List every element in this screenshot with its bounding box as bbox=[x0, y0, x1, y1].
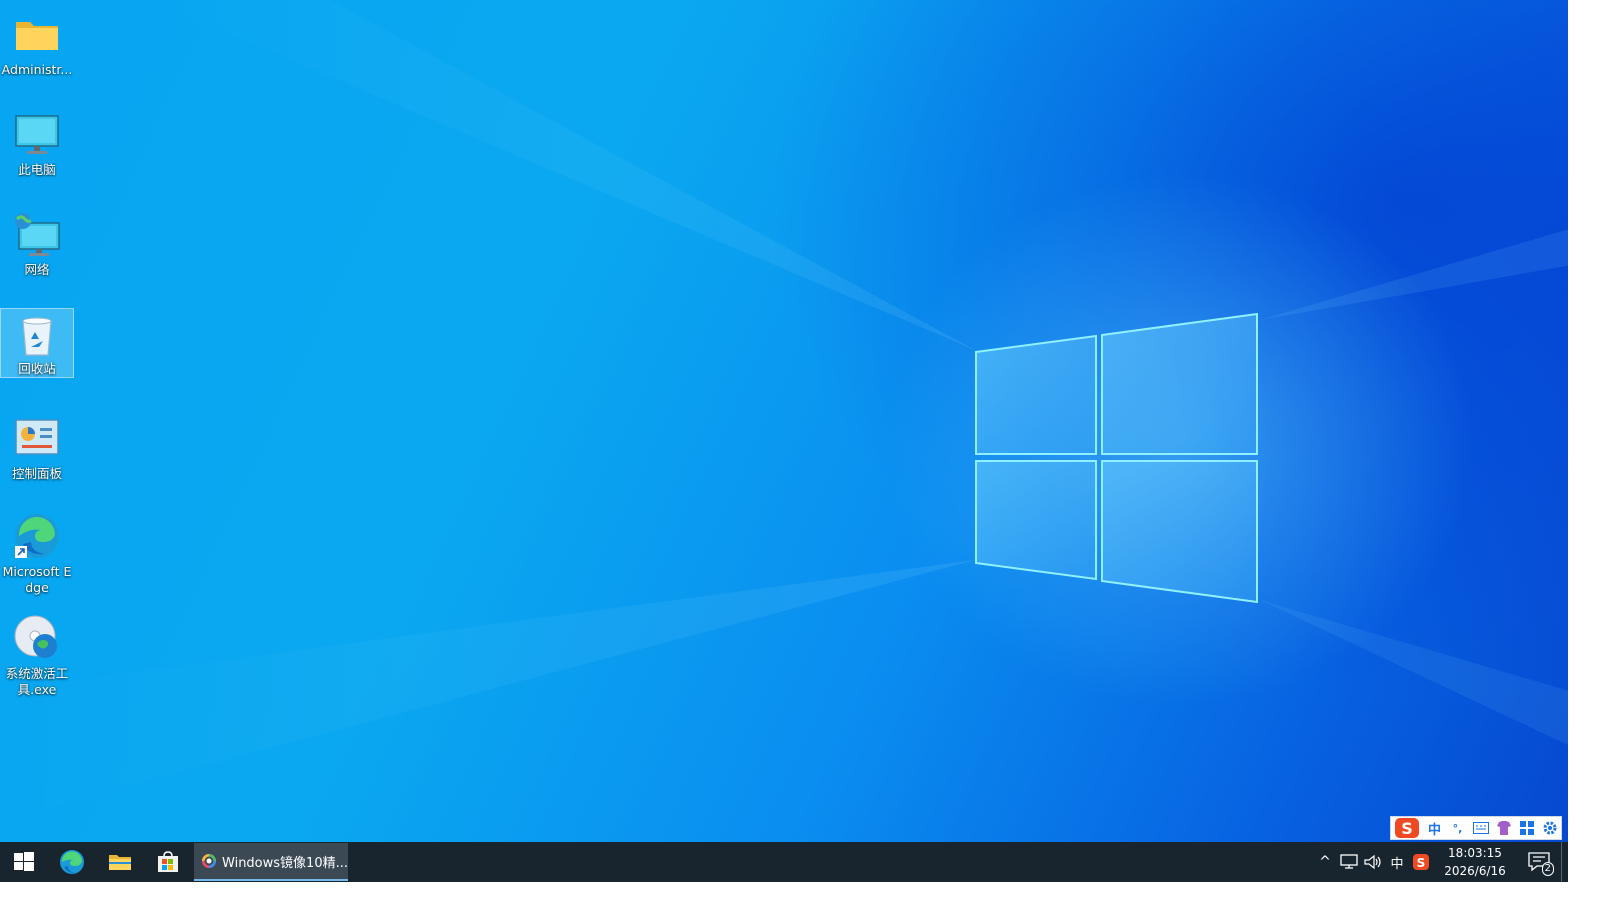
apps-icon[interactable] bbox=[1515, 817, 1538, 839]
ime-punctuation-toggle[interactable]: °, bbox=[1446, 817, 1469, 839]
store-icon bbox=[158, 851, 178, 872]
desktop-icon-label: Administr... bbox=[1, 62, 73, 77]
ime-mode-toggle[interactable]: 中 bbox=[1423, 817, 1446, 839]
ime-toolbar[interactable]: S 中 °, bbox=[1390, 816, 1562, 840]
clock-time: 18:03:15 bbox=[1448, 846, 1502, 860]
system-tray: ^ 中 S 18:03:15 2026/6/16 2 bbox=[1313, 842, 1568, 882]
open-window-label: Windows镜像10精... bbox=[222, 855, 348, 871]
clock-date: 2026/6/16 bbox=[1444, 864, 1506, 878]
desktop-icon-network[interactable]: 网络 bbox=[0, 206, 74, 278]
input-method-indicator[interactable]: 中 bbox=[1385, 842, 1409, 882]
taskbar: Windows镜像10精... ^ 中 S 18:03:15 2026/6/16 bbox=[0, 842, 1568, 882]
action-center-button[interactable]: 2 bbox=[1517, 842, 1561, 882]
volume-icon[interactable] bbox=[1361, 842, 1385, 882]
folder-icon bbox=[13, 10, 61, 58]
monitor-icon bbox=[13, 110, 61, 158]
desktop-icon-administrator[interactable]: Administr... bbox=[0, 6, 74, 78]
desktop-icon-label: 系统激活工具.exe bbox=[5, 666, 69, 697]
edge-icon bbox=[60, 850, 84, 874]
desktop-icon-microsoft-edge[interactable]: Microsoft Edge bbox=[0, 508, 74, 598]
sogou-tray-icon[interactable]: S bbox=[1409, 842, 1433, 882]
network-icon bbox=[13, 210, 61, 258]
edge-icon bbox=[13, 512, 61, 560]
taskbar-open-window-button[interactable]: Windows镜像10精... bbox=[194, 843, 348, 881]
sogou-logo-icon[interactable]: S bbox=[1391, 817, 1423, 839]
settings-icon[interactable] bbox=[1538, 817, 1561, 839]
network-status-icon[interactable] bbox=[1337, 842, 1361, 882]
taskbar-clock[interactable]: 18:03:15 2026/6/16 bbox=[1433, 842, 1517, 882]
desktop-icon-label: Microsoft Edge bbox=[2, 564, 72, 595]
skin-icon[interactable] bbox=[1492, 817, 1515, 839]
activation-tool-icon bbox=[13, 614, 61, 662]
recycle-bin-icon bbox=[13, 313, 61, 357]
desktop-background[interactable]: Administr... 此电脑 网络 回收站 控制面板 Microsoft E… bbox=[0, 0, 1568, 842]
control-panel-icon bbox=[13, 414, 61, 462]
desktop-icon-label: 网络 bbox=[24, 262, 50, 277]
svg-text:S: S bbox=[1417, 856, 1426, 870]
desktop-icon-label: 控制面板 bbox=[11, 466, 62, 481]
start-icon bbox=[14, 852, 34, 871]
desktop-icon-control-panel[interactable]: 控制面板 bbox=[0, 410, 74, 482]
tray-overflow-chevron-icon[interactable]: ^ bbox=[1313, 842, 1337, 882]
windows-wallpaper-logo bbox=[975, 312, 1258, 604]
desktop-icon-label: 此电脑 bbox=[18, 162, 56, 177]
desktop-icon-recycle-bin[interactable]: 回收站 bbox=[0, 308, 74, 378]
taskbar-store-button[interactable] bbox=[144, 842, 192, 882]
notification-count-badge: 2 bbox=[1541, 862, 1554, 876]
app-color-ring-icon bbox=[202, 853, 217, 869]
desktop-icon-label: 回收站 bbox=[18, 361, 56, 376]
show-desktop-button[interactable] bbox=[1561, 842, 1568, 882]
start-button[interactable] bbox=[0, 842, 48, 882]
desktop-icon-activation-tool[interactable]: 系统激活工具.exe bbox=[0, 610, 74, 700]
taskbar-edge-button[interactable] bbox=[48, 842, 96, 882]
file-explorer-icon bbox=[109, 855, 131, 870]
keyboard-icon[interactable] bbox=[1469, 817, 1492, 839]
taskbar-file-explorer-button[interactable] bbox=[96, 842, 144, 882]
desktop-icon-this-pc[interactable]: 此电脑 bbox=[0, 106, 74, 178]
svg-text:S: S bbox=[1401, 819, 1413, 838]
